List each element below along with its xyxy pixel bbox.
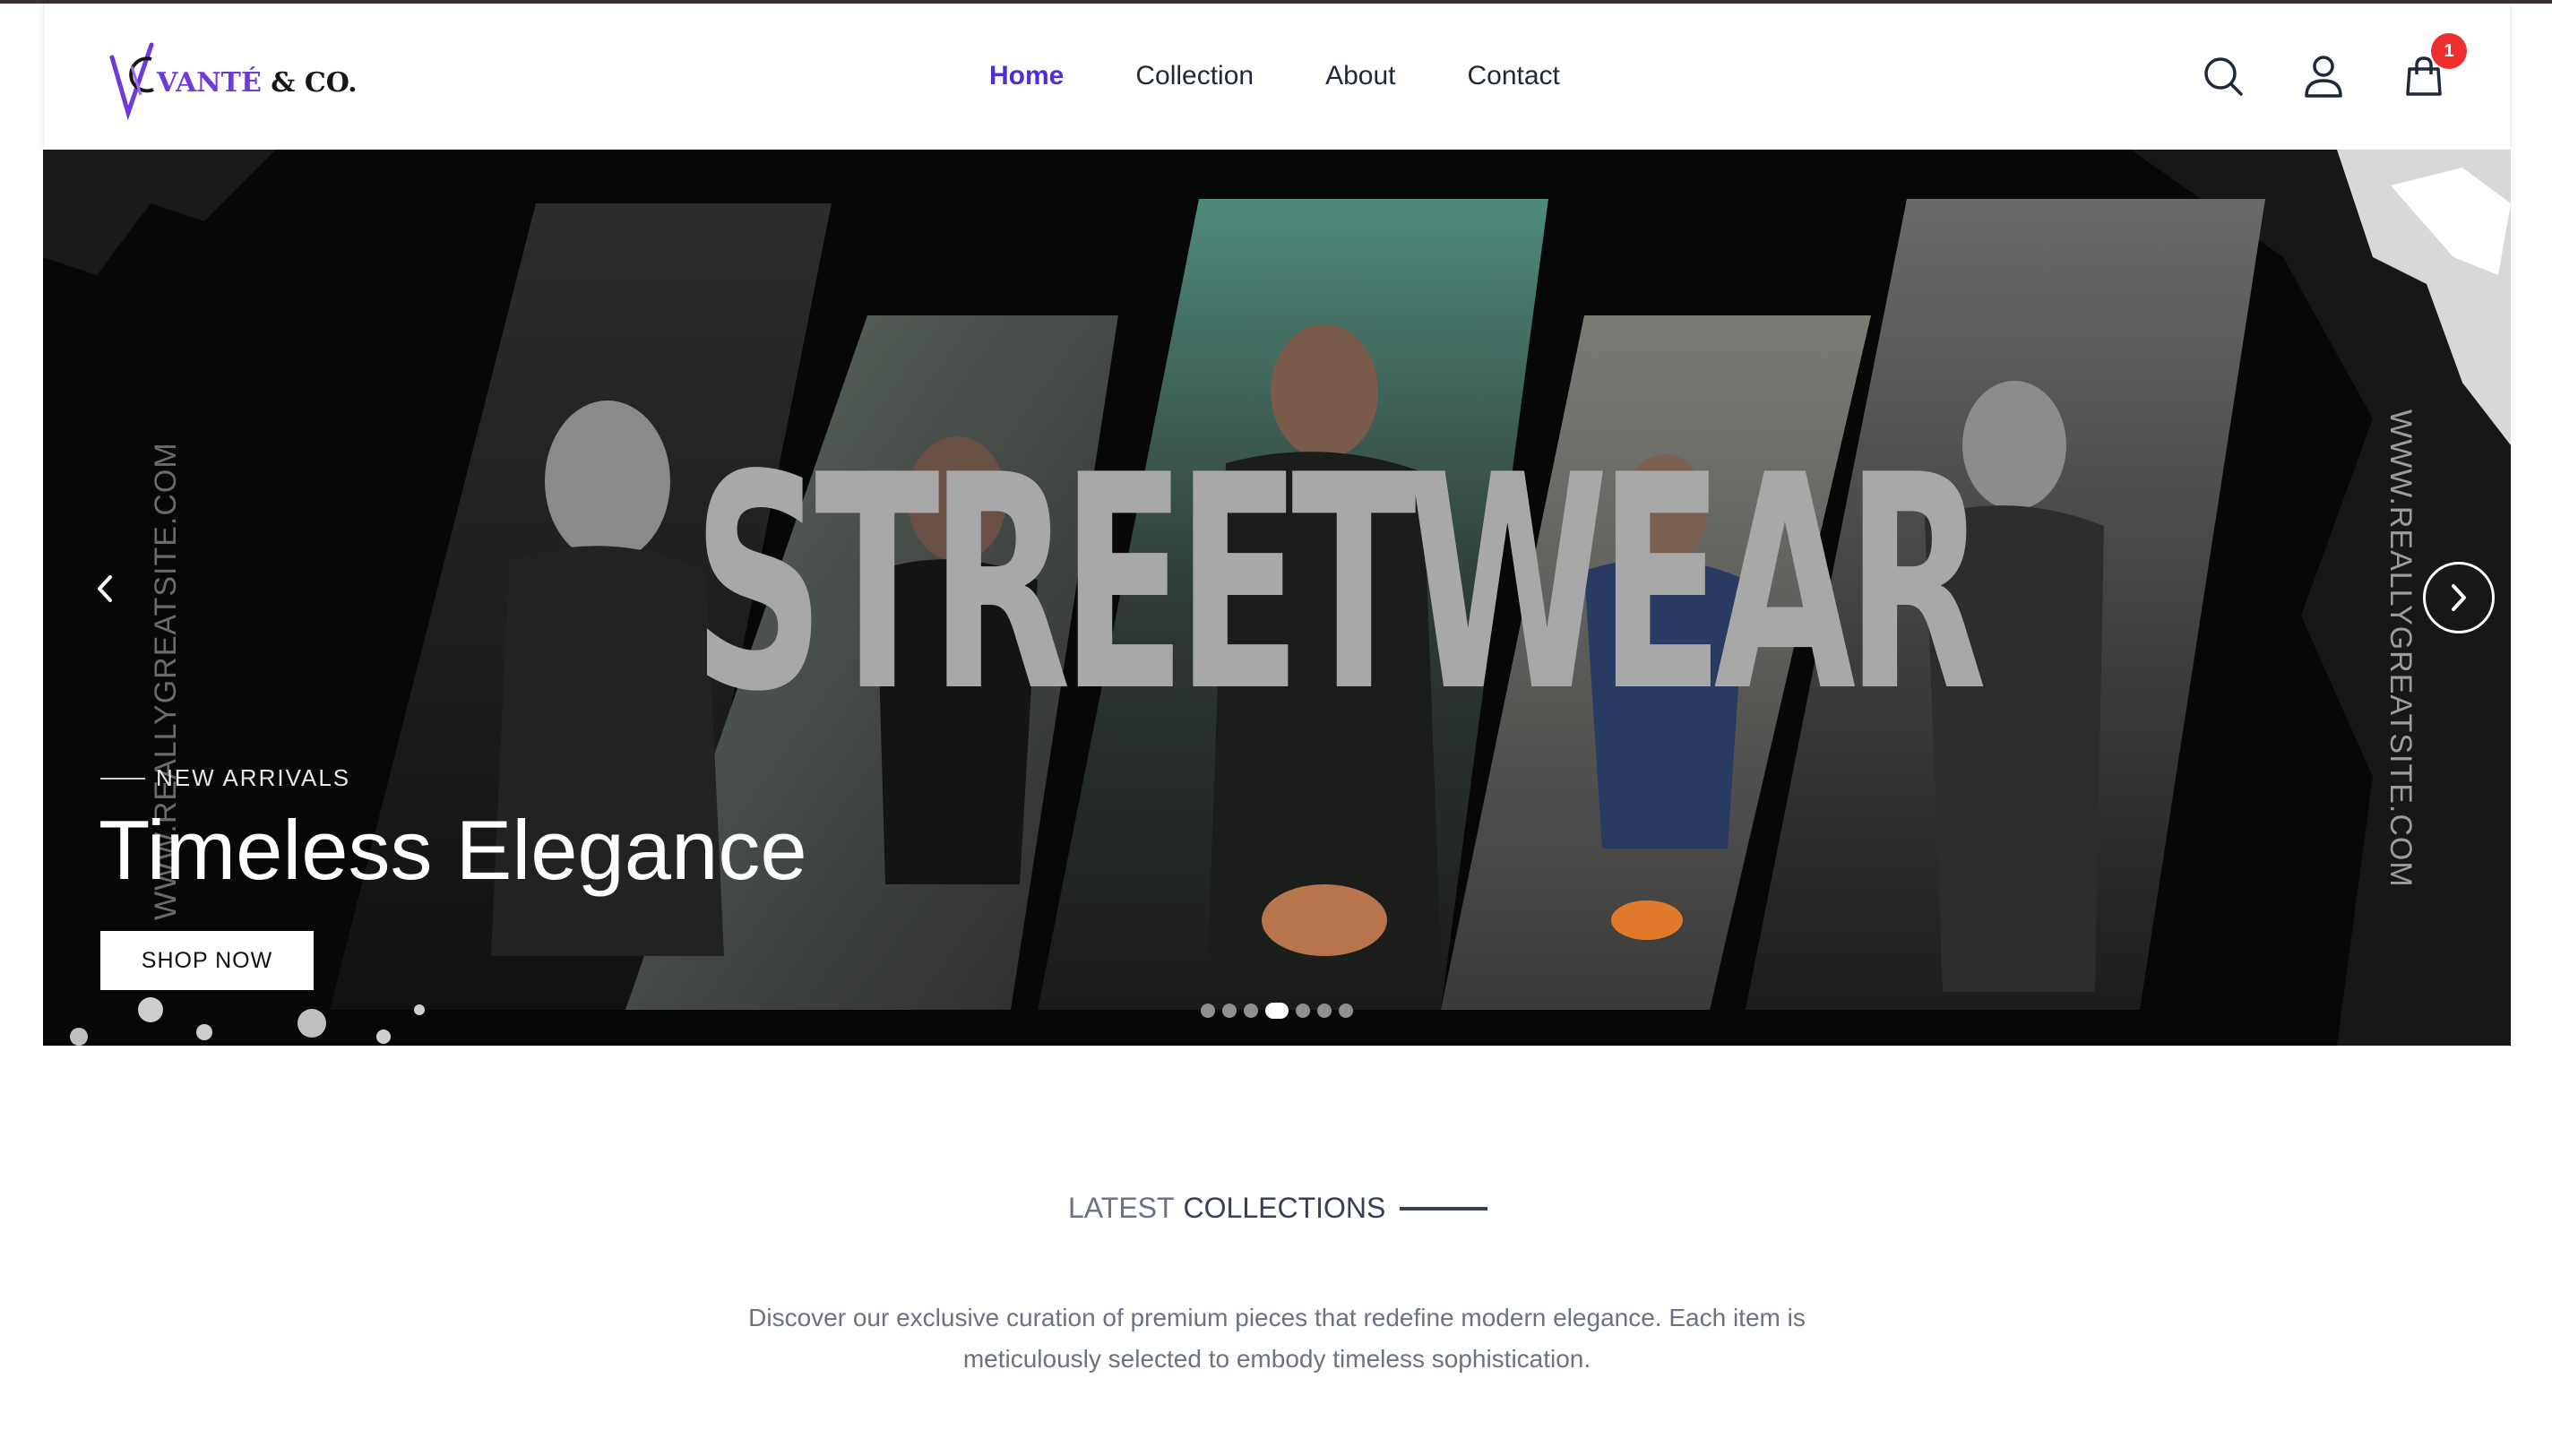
- carousel-dot-active[interactable]: [1265, 1003, 1289, 1019]
- chevron-left-icon: [98, 575, 112, 602]
- hero-eyebrow-text: NEW ARRIVALS: [156, 764, 351, 791]
- hero-carousel: WWW.REALLYGREATSITE.COM WWW.REALLYGREATS…: [43, 150, 2511, 1046]
- carousel-dot[interactable]: [1317, 1004, 1332, 1018]
- chevron-right-icon: [2452, 584, 2466, 611]
- heading-main: COLLECTIONS: [1183, 1192, 1386, 1224]
- navbar: VANTÉ & CO. Home Collection About Contac…: [43, 4, 2511, 149]
- carousel-dot[interactable]: [1339, 1004, 1353, 1018]
- search-icon: [2204, 57, 2243, 96]
- heading-rule: [1400, 1206, 1488, 1210]
- heading-prefix: LATEST: [1068, 1192, 1175, 1224]
- latest-collections-heading: LATEST COLLECTIONS: [1068, 1192, 1488, 1225]
- carousel-prev-button[interactable]: [82, 566, 127, 611]
- carousel-dot[interactable]: [1222, 1004, 1237, 1018]
- eyebrow-rule: [100, 777, 145, 780]
- nav-about[interactable]: About: [1325, 61, 1395, 91]
- brand-name: VANTÉ & CO.: [157, 67, 358, 99]
- brand-name-accent: VANTÉ: [157, 66, 262, 99]
- hero-banner-word: STREETWEAR: [693, 412, 1987, 756]
- carousel-next-button[interactable]: [2423, 562, 2495, 633]
- carousel-dot[interactable]: [1201, 1004, 1215, 1018]
- hero-eyebrow: NEW ARRIVALS: [100, 764, 350, 792]
- cart-count-badge: 1: [2431, 33, 2467, 69]
- carousel-dots: [1201, 1003, 1353, 1019]
- shop-now-button[interactable]: SHOP NOW: [100, 931, 314, 990]
- main-nav: Home Collection About Contact: [989, 4, 1632, 149]
- nav-home[interactable]: Home: [989, 61, 1064, 91]
- nav-collection[interactable]: Collection: [1135, 61, 1254, 91]
- brand-name-rest: & CO.: [261, 66, 358, 99]
- carousel-dot[interactable]: [1296, 1004, 1310, 1018]
- v-monogram-logo-icon: [109, 42, 154, 120]
- brand-logo[interactable]: VANTÉ & CO.: [108, 39, 358, 120]
- nav-contact[interactable]: Contact: [1468, 61, 1560, 91]
- nav-actions: 1: [2200, 4, 2467, 149]
- hero-vertical-url-right: WWW.REALLYGREATSITE.COM: [2384, 409, 2418, 888]
- account-button[interactable]: [2300, 53, 2347, 99]
- carousel-dot[interactable]: [1244, 1004, 1258, 1018]
- collections-description: Discover our exclusive curation of premi…: [748, 1304, 1806, 1373]
- cart-button[interactable]: 1: [2401, 33, 2467, 99]
- user-icon: [2305, 56, 2342, 98]
- search-button[interactable]: [2200, 53, 2246, 99]
- hero-title: Timeless Elegance: [99, 803, 807, 897]
